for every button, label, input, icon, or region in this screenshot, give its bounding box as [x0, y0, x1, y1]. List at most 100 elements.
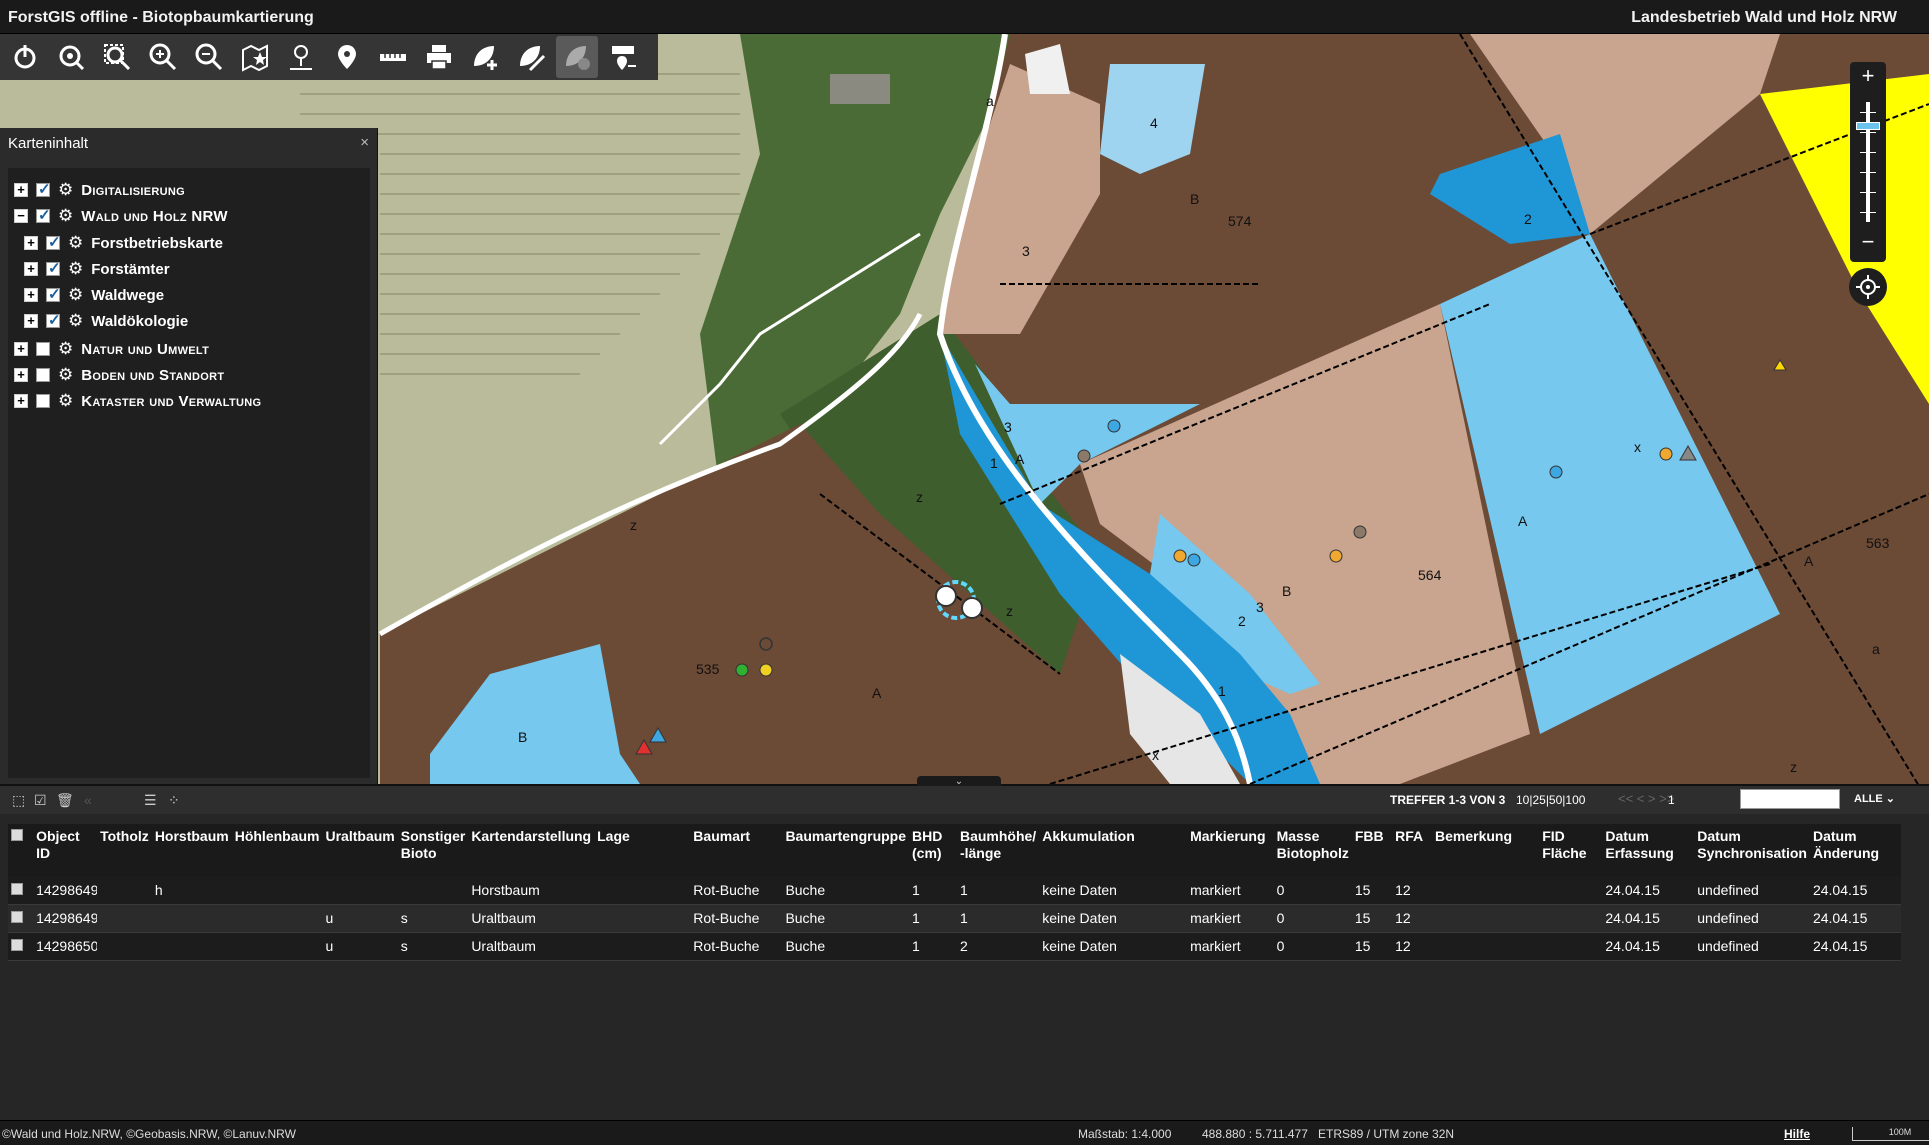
zoom-in-button[interactable]: +: [1850, 62, 1886, 92]
table-search-input[interactable]: [1740, 789, 1840, 809]
bookmark-map-tool-button[interactable]: [234, 36, 276, 78]
gear-icon[interactable]: ⚙: [58, 181, 73, 198]
column-header[interactable]: Datum Synchronisation: [1694, 824, 1810, 876]
filter-dropdown[interactable]: ALLE ⌄: [1854, 792, 1895, 805]
layer-checkbox[interactable]: [36, 394, 50, 408]
zoom-in-tool-button[interactable]: [142, 36, 184, 78]
expand-icon[interactable]: +: [14, 342, 28, 356]
expand-icon[interactable]: +: [24, 314, 38, 328]
column-header[interactable]: FID Fläche: [1539, 824, 1603, 876]
column-header[interactable]: Höhlenbaum: [231, 824, 323, 876]
edit-feature-tool-button[interactable]: [510, 36, 552, 78]
column-header[interactable]: Totholz: [97, 824, 152, 876]
layer-checkbox[interactable]: [36, 368, 50, 382]
table-row[interactable]: 142986499usUraltbaumRot-BucheBuche11kein…: [8, 904, 1901, 933]
layer-checkbox[interactable]: [36, 342, 50, 356]
layer-checkbox[interactable]: [46, 259, 61, 277]
column-header[interactable]: Markierung: [1187, 824, 1274, 876]
layer-item[interactable]: + ⚙ Natur und Umwelt: [14, 337, 209, 361]
gear-icon[interactable]: ⚙: [68, 286, 83, 303]
gear-icon[interactable]: ⚙: [58, 392, 73, 409]
measure-point-tool-button[interactable]: [280, 36, 322, 78]
row-checkbox[interactable]: [11, 939, 23, 951]
zoom-out-tool-button[interactable]: [188, 36, 230, 78]
page-size-selector[interactable]: 10|25|50|100: [1516, 793, 1585, 807]
help-link[interactable]: Hilfe: [1784, 1127, 1810, 1141]
layer-item[interactable]: + ⚙ Kataster und Verwaltung: [14, 389, 261, 413]
locate-button[interactable]: [1849, 268, 1887, 306]
column-header[interactable]: Baumartengruppe: [782, 824, 910, 876]
zoom-slider-handle[interactable]: [1856, 122, 1880, 130]
column-header[interactable]: Horstbaum: [151, 824, 232, 876]
layer-item[interactable]: + ⚙ Digitalisierung: [14, 178, 185, 202]
column-header[interactable]: FBB: [1351, 824, 1393, 876]
close-icon[interactable]: ×: [360, 134, 369, 151]
column-header[interactable]: Akkumulation: [1039, 824, 1188, 876]
row-checkbox[interactable]: [11, 882, 23, 895]
row-checkbox[interactable]: [11, 911, 23, 923]
zoom-in-box-tool-button[interactable]: [96, 36, 138, 78]
ruler-tool-button[interactable]: [372, 36, 414, 78]
column-header[interactable]: Lage: [594, 824, 691, 876]
column-header[interactable]: Sonstiger Bioto: [397, 824, 469, 876]
expand-icon[interactable]: +: [14, 368, 28, 382]
layer-checkbox[interactable]: [36, 206, 51, 224]
layer-checkbox[interactable]: [46, 311, 61, 329]
zoom-out-button[interactable]: −: [1850, 228, 1886, 258]
gear-icon[interactable]: ⚙: [58, 340, 73, 357]
expand-icon[interactable]: +: [24, 262, 38, 276]
add-feature-tool-button[interactable]: [464, 36, 506, 78]
list-icon[interactable]: ☰: [144, 792, 157, 809]
grid-icon[interactable]: ⁘: [168, 792, 180, 809]
layer-checkbox[interactable]: [46, 233, 61, 251]
expand-icon[interactable]: +: [14, 394, 28, 408]
nav-back-icon[interactable]: «: [84, 792, 92, 808]
column-header[interactable]: BHD (cm): [909, 824, 957, 876]
select-icon[interactable]: ⬚: [12, 792, 25, 809]
column-header[interactable]: Bemerkung: [1432, 824, 1540, 876]
layer-item[interactable]: + ⚙ Forstbetriebskarte: [24, 231, 223, 255]
gear-icon[interactable]: ⚙: [58, 366, 73, 383]
table-row[interactable]: 142986498hHorstbaumRot-BucheBuche11keine…: [8, 876, 1901, 905]
column-header[interactable]: Baumart: [690, 824, 783, 876]
layer-item[interactable]: + ⚙ Waldwege: [24, 283, 164, 307]
column-header[interactable]: Object ID: [33, 824, 98, 876]
expand-icon[interactable]: +: [24, 288, 38, 302]
expand-icon[interactable]: +: [24, 236, 38, 250]
gear-icon[interactable]: ⚙: [68, 260, 83, 277]
zoom-slider-track[interactable]: [1866, 102, 1870, 222]
location-pin-tool-button[interactable]: [326, 36, 368, 78]
delete-feature-tool-button[interactable]: [556, 36, 598, 78]
map-label: B: [1190, 191, 1199, 207]
select-all-checkbox[interactable]: [11, 829, 23, 841]
column-header[interactable]: RFA: [1392, 824, 1432, 876]
column-header[interactable]: Masse Biotopholz: [1273, 824, 1352, 876]
pager-nav[interactable]: << < > >>: [1618, 791, 1674, 806]
gear-icon[interactable]: ⚙: [68, 312, 83, 329]
collapse-icon[interactable]: −: [14, 209, 28, 223]
layer-item[interactable]: + ⚙ Waldökologie: [24, 309, 188, 333]
column-header[interactable]: Datum Erfassung: [1602, 824, 1695, 876]
row-checkbox-cell: [8, 904, 34, 933]
layer-item[interactable]: + ⚙ Boden und Standort: [14, 363, 224, 387]
column-header[interactable]: Uraltbaum: [322, 824, 398, 876]
trash-icon[interactable]: 🗑: [56, 792, 74, 809]
table-cell: [594, 876, 691, 905]
column-header[interactable]: Kartendarstellung: [468, 824, 595, 876]
layer-item[interactable]: + ⚙ Forstämter: [24, 257, 170, 281]
power-tool-button[interactable]: [4, 36, 46, 78]
column-header[interactable]: Datum Änderung: [1809, 824, 1901, 876]
print-tool-button[interactable]: [418, 36, 460, 78]
table-row[interactable]: 142986500usUraltbaumRot-BucheBuche12kein…: [8, 932, 1901, 961]
sync-location-tool-button[interactable]: [602, 36, 644, 78]
layer-checkbox[interactable]: [36, 180, 51, 198]
select-all-icon[interactable]: ☑: [34, 792, 47, 809]
gear-icon[interactable]: ⚙: [68, 234, 83, 251]
layer-checkbox[interactable]: [46, 285, 61, 303]
column-header[interactable]: Baumhöhe/ -länge: [956, 824, 1040, 876]
layer-item[interactable]: − ⚙ Wald und Holz NRW: [14, 204, 228, 228]
identify-tool-button[interactable]: [50, 36, 92, 78]
table-cell: Uraltbaum: [468, 904, 595, 933]
expand-icon[interactable]: +: [14, 183, 28, 197]
gear-icon[interactable]: ⚙: [58, 207, 73, 224]
